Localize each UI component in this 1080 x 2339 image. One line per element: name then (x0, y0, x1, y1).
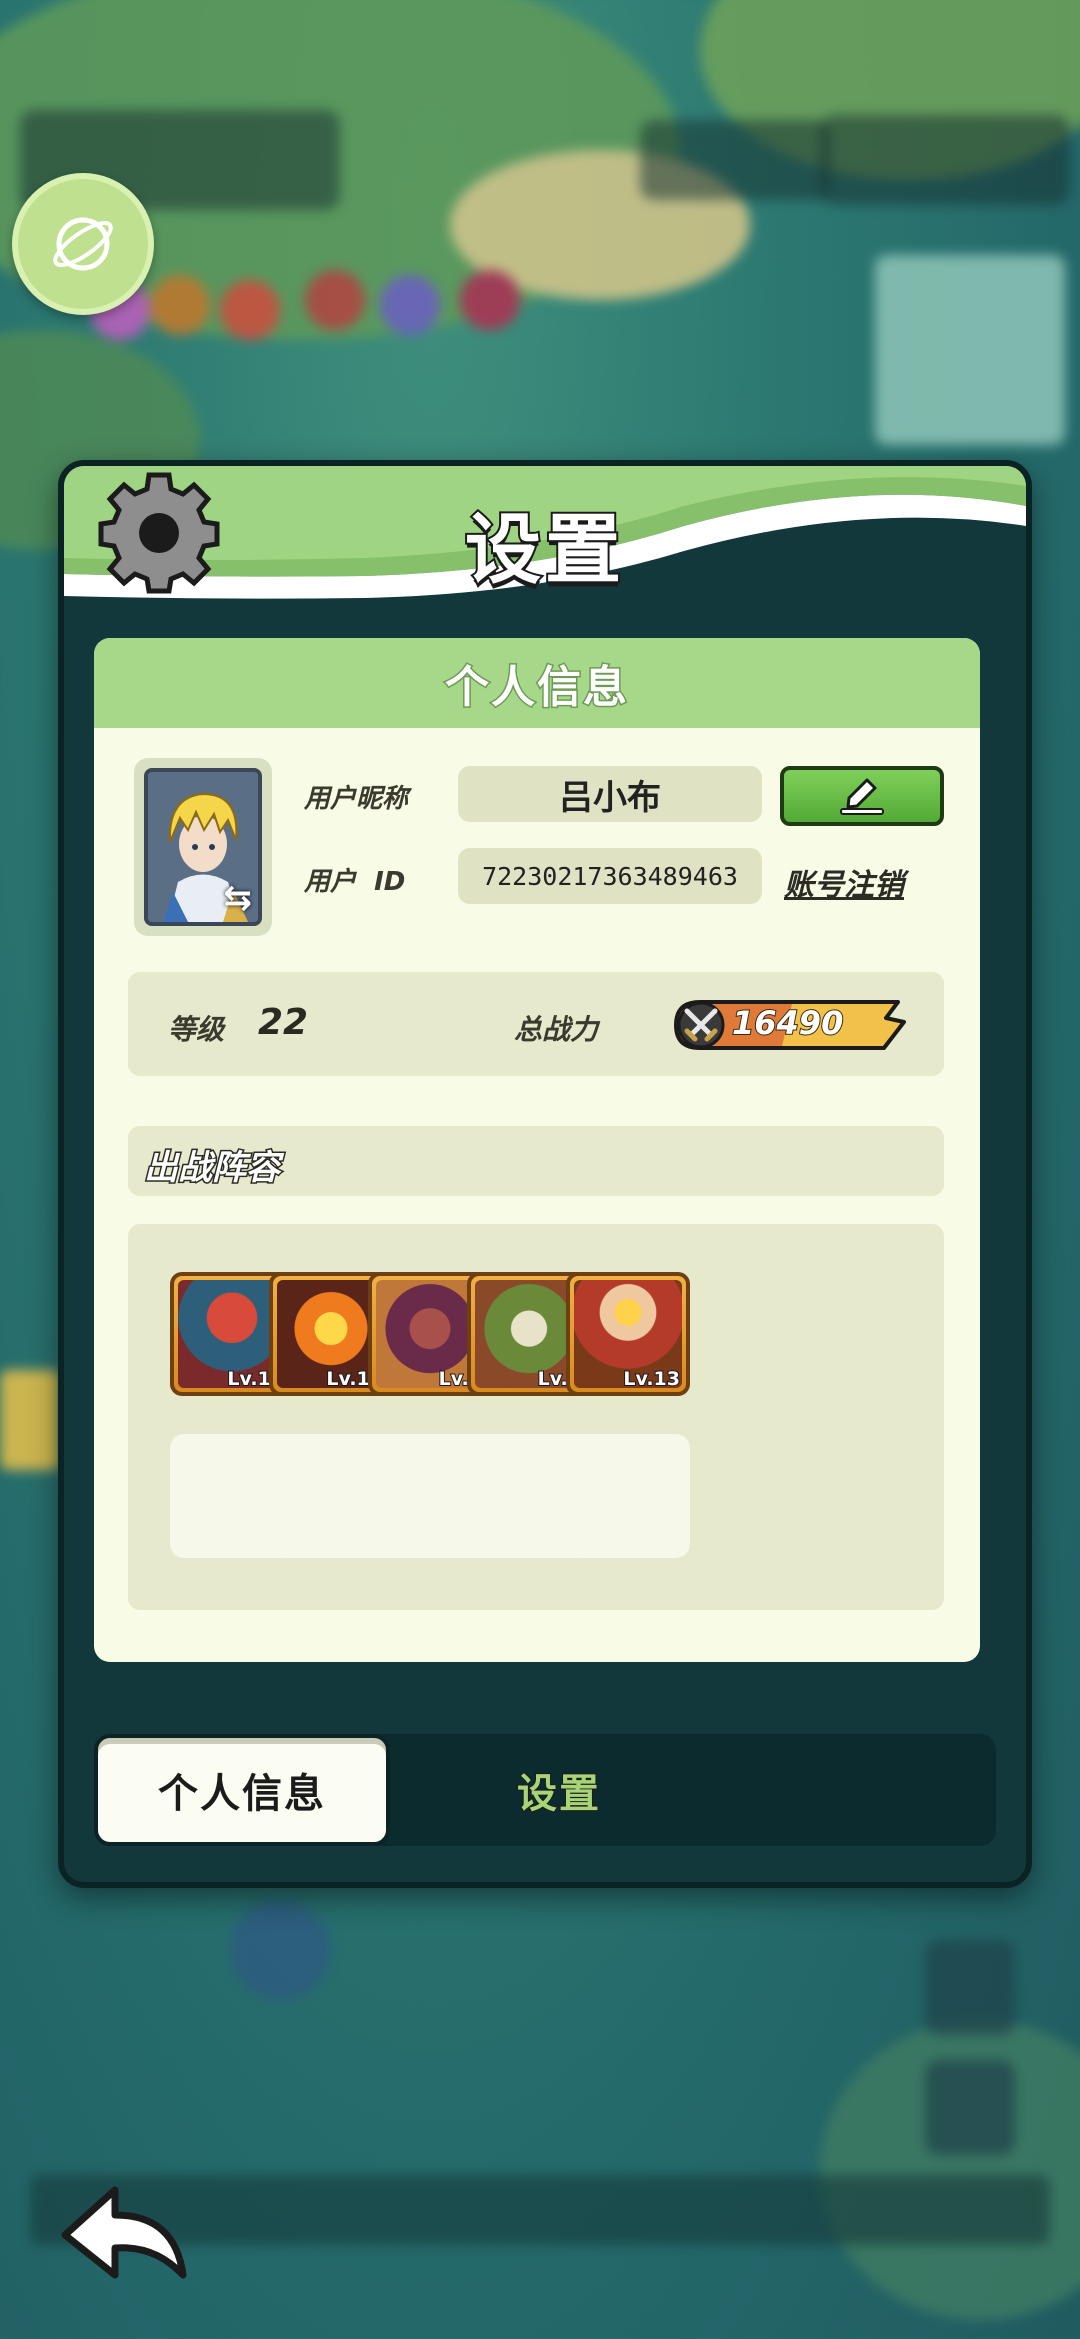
level-label: 等级 (168, 1013, 225, 1046)
stats-bar: 等级 22 总战力 16490 (128, 972, 944, 1076)
lineup-title-bar: 出战阵容 (128, 1126, 944, 1196)
edit-nickname-button[interactable] (780, 766, 944, 826)
power-label: 总战力 (514, 1013, 599, 1046)
avatar-frame[interactable]: ⇆ (134, 758, 272, 936)
back-arrow-icon[interactable] (55, 2180, 195, 2290)
power-badge: 16490 (672, 996, 906, 1054)
account-deletion-link[interactable]: 账号注销 (784, 860, 904, 904)
panel-header: 个人信息 (94, 638, 980, 728)
personal-info-panel: 个人信息 ⇆ 用户昵称 吕小布 用户 ID 72230217363489463 … (94, 638, 980, 1662)
empty-hero-slot[interactable] (566, 1434, 690, 1558)
user-id-field: 72230217363489463 (458, 848, 762, 904)
tab-personal-info-label: 个人信息 (158, 1771, 326, 1817)
tab-bar: 个人信息 设置 (94, 1734, 996, 1846)
settings-modal: 设置 个人信息 ⇆ 用户昵称 吕小布 用户 ID 722302173634894… (58, 460, 1032, 1888)
nickname-field: 吕小布 (458, 766, 762, 822)
sword-icon (684, 1008, 718, 1042)
panel-title: 个人信息 (444, 661, 629, 715)
tab-settings[interactable]: 设置 (394, 1734, 724, 1846)
hero-card[interactable]: Lv.13 (566, 1272, 690, 1396)
pencil-icon (840, 778, 884, 815)
level-value: 22 (258, 1002, 309, 1043)
avatar[interactable]: ⇆ (144, 768, 262, 926)
power-value: 16490 (731, 1003, 844, 1043)
lineup-title: 出战阵容 (143, 1147, 282, 1190)
planet-icon (53, 217, 113, 271)
tab-settings-label: 设置 (516, 1770, 601, 1818)
planet-button[interactable] (12, 173, 154, 315)
lineup-area: Lv.10 Lv.10 Lv.9 Lv.9 Lv.13 (128, 1224, 944, 1610)
nickname-label: 用户昵称 (304, 784, 409, 814)
swap-icon: ⇆ (223, 878, 253, 918)
hero-level: Lv.13 (622, 1367, 681, 1391)
modal-header: 设置 (64, 466, 1026, 616)
tab-personal-info[interactable]: 个人信息 (94, 1734, 390, 1846)
user-id-label: 用户 ID (304, 867, 406, 897)
modal-title: 设置 (463, 503, 625, 596)
